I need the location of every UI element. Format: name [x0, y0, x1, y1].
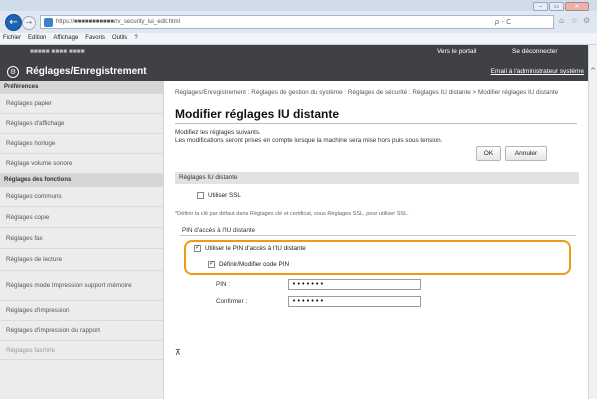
back-to-top-icon[interactable]: ⊼ [175, 348, 181, 357]
sidebar-item-clock[interactable]: Réglages horloge [0, 134, 163, 154]
email-admin-link[interactable]: Email à l'administrateur système [491, 68, 584, 75]
address-text[interactable]: https://■■■■■■■■■■■/rv_security_iui_edit… [56, 19, 180, 25]
search-refresh-icon[interactable]: ρ - C [495, 18, 511, 26]
main-content: Réglages/Enregistrement : Réglages de ge… [164, 81, 588, 399]
app-header: ■■■■■ ■■■■ ■■■■ Vers le portail Se décon… [0, 45, 588, 81]
confirm-input[interactable]: ••••••• [288, 296, 421, 307]
cancel-button[interactable]: Annuler [505, 146, 547, 161]
settings-logo-icon: ⚙ [7, 66, 19, 78]
vertical-scrollbar[interactable]: ^ [588, 45, 597, 399]
web-page: ■■■■■ ■■■■ ■■■■ Vers le portail Se décon… [0, 45, 588, 399]
ssl-note: *Définir la clé par défaut dans Réglages… [175, 211, 409, 217]
app-title: Réglages/Enregistrement [26, 66, 147, 77]
ok-button[interactable]: OK [476, 146, 501, 161]
page-title: Modifier réglages IU distante [175, 107, 340, 121]
use-ssl-checkbox[interactable] [197, 192, 204, 199]
page-icon [44, 18, 53, 27]
home-icon[interactable]: ⌂ [559, 16, 564, 25]
set-pin-option[interactable]: Définir/Modifier code PIN [208, 260, 289, 269]
gear-icon[interactable]: ⚙ [583, 16, 590, 25]
description-line-1: Modifiez les réglages suivants. [175, 129, 261, 136]
portal-link[interactable]: Vers le portail [437, 48, 476, 55]
sidebar-item-volume[interactable]: Réglage volume sonore [0, 154, 163, 174]
sidebar-item-display[interactable]: Réglages d'affichage [0, 114, 163, 134]
pin-label: PIN : [216, 281, 230, 288]
menu-file[interactable]: Fichier [3, 33, 21, 44]
use-pin-checkbox[interactable] [194, 244, 201, 252]
sidebar-section-preferences: Préférences [0, 81, 163, 94]
use-ssl-option[interactable]: Utiliser SSL [197, 192, 241, 199]
sidebar-section-functions: Réglages des fonctions [0, 174, 163, 187]
description: Modifiez les réglages suivants. Les modi… [175, 129, 577, 145]
forward-button[interactable]: → [22, 16, 36, 30]
sidebar-item-paper[interactable]: Réglages papier [0, 94, 163, 114]
use-pin-label: Utiliser le PIN d'accès à l'IU distante [205, 245, 306, 253]
minimize-button[interactable]: – [533, 2, 548, 11]
close-button[interactable]: ✕ [565, 2, 589, 11]
set-pin-label: Définir/Modifier code PIN [219, 261, 289, 269]
menu-favorites[interactable]: Favoris [85, 33, 105, 44]
breadcrumb: Réglages/Enregistrement : Réglages de ge… [175, 89, 559, 96]
sidebar-item-scan[interactable]: Réglages de lecture [0, 249, 163, 271]
set-pin-checkbox[interactable] [208, 260, 215, 268]
menu-tools[interactable]: Outils [112, 33, 127, 44]
menu-help[interactable]: ? [134, 33, 137, 44]
sidebar-item-copy[interactable]: Réglages copie [0, 207, 163, 228]
sidebar-item-report-print[interactable]: Réglages d'impression du rapport [0, 321, 163, 341]
sidebar-item-memory-print[interactable]: Réglages mode Impression support mémoire [0, 271, 163, 301]
logout-link[interactable]: Se déconnecter [512, 48, 558, 55]
confirm-label: Confirmer : [216, 298, 248, 305]
sidebar: Préférences Réglages papier Réglages d'a… [0, 81, 164, 399]
menu-edit[interactable]: Edition [28, 33, 46, 44]
scroll-up-icon[interactable]: ^ [589, 67, 597, 75]
title-divider [175, 123, 577, 124]
window-controls: – ▭ ✕ [533, 2, 589, 11]
device-info: ■■■■■ ■■■■ ■■■■ [30, 48, 85, 55]
sidebar-item-more[interactable]: Réglages fax/nrle [0, 341, 163, 360]
menu-bar: Fichier Edition Affichage Favoris Outils… [0, 33, 597, 45]
use-ssl-label: Utiliser SSL [208, 192, 241, 200]
sidebar-item-print[interactable]: Réglages d'impression [0, 301, 163, 321]
back-button[interactable]: ← [5, 14, 22, 31]
use-pin-option[interactable]: Utiliser le PIN d'accès à l'IU distante [194, 244, 306, 253]
description-line-2: Les modifications seront prises en compt… [175, 137, 443, 144]
pin-section-title: PIN d'accès à l'IU distante [180, 225, 576, 236]
pin-input[interactable]: ••••••• [288, 279, 421, 290]
browser-navbar: ← → https://■■■■■■■■■■■/rv_security_iui_… [0, 11, 597, 33]
section-remote-ui-settings: Réglages IU distante [175, 172, 579, 184]
sidebar-item-fax[interactable]: Réglages fax [0, 228, 163, 249]
maximize-button[interactable]: ▭ [549, 2, 564, 11]
address-bar[interactable]: https://■■■■■■■■■■■/rv_security_iui_edit… [40, 15, 554, 29]
favorites-star-icon[interactable]: ☆ [571, 16, 578, 25]
menu-view[interactable]: Affichage [53, 33, 78, 44]
sidebar-item-common[interactable]: Réglages communs [0, 187, 163, 207]
